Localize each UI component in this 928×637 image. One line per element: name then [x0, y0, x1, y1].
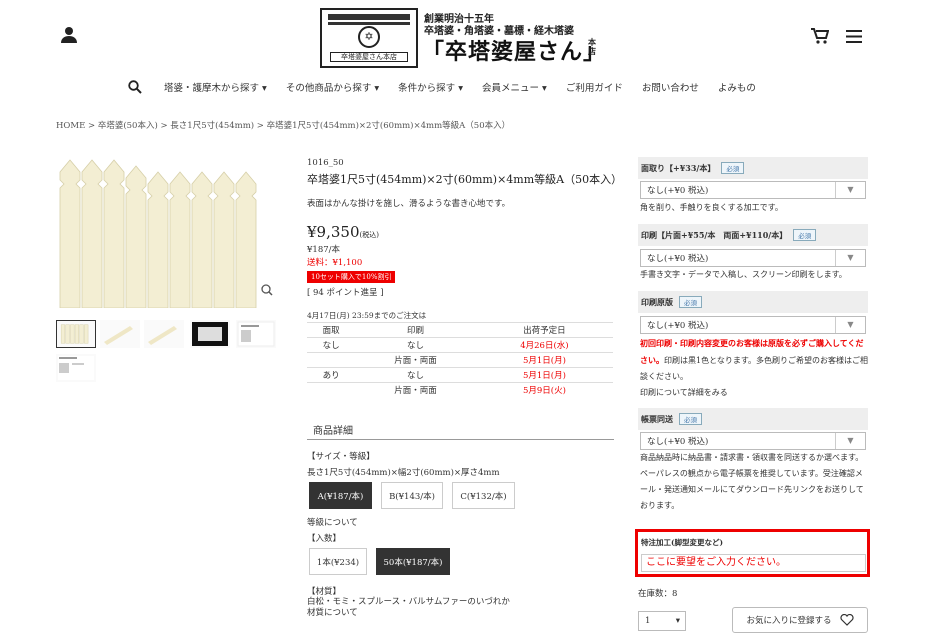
- option-mentori-header: 面取り【+¥33/本】 必須: [638, 157, 868, 179]
- print-note: 手書き文字・データで入稿し、スクリーン印刷をします。: [640, 270, 847, 279]
- product-description: 表面はかんな掛けを施し、滑るような書き心地です。: [307, 199, 511, 209]
- nav-item-sotoba[interactable]: 塔婆・護摩木から探す ▾: [164, 80, 267, 94]
- special-request-box: 特注加工(脚型変更など) ここに要望をご入力ください。: [635, 529, 870, 577]
- table-header: 面取 印刷 出荷予定日: [307, 322, 613, 338]
- nav-item-other[interactable]: その他商品から探す ▾: [286, 80, 379, 94]
- dropdown-arrow-icon: ▼: [835, 182, 865, 198]
- menu-icon[interactable]: [846, 30, 862, 43]
- invoice-note: 商品納品時に納品書・請求書・領収書を同送するか選べます。ペーパレスの観点から電子…: [640, 453, 864, 510]
- nav-item-guide[interactable]: ご利用ガイド: [566, 80, 623, 94]
- mentori-select[interactable]: なし(+¥0 税込) ▼: [640, 181, 866, 199]
- table-row: なし なし 4月26日(水): [307, 337, 613, 353]
- zoom-icon: [261, 284, 273, 296]
- special-request-input[interactable]: ここに要望をご入力ください。: [641, 554, 866, 572]
- logo-title: 「卒塔婆屋さん」: [422, 39, 607, 65]
- count-50-button[interactable]: 50本(¥187/本): [376, 548, 450, 575]
- site-logo[interactable]: ✡ 卒塔婆屋さん本店 創業明治十五年 卒塔婆・角塔婆・墓標・経木塔婆 「卒塔婆屋…: [320, 8, 610, 68]
- table-row: 片面・両面 5月9日(火): [307, 382, 613, 398]
- grade-a-button[interactable]: A(¥187/本): [309, 482, 372, 509]
- chevron-down-icon: ▾: [374, 83, 380, 94]
- logo-stamp-text: 卒塔婆屋さん本店: [330, 52, 408, 62]
- required-badge: 必須: [679, 413, 702, 425]
- product-main-image[interactable]: [58, 158, 278, 308]
- account-icon[interactable]: [61, 26, 77, 44]
- thumbnail-2[interactable]: [100, 320, 140, 348]
- unit-price: ¥187/本: [307, 245, 340, 255]
- required-badge: 必須: [793, 229, 817, 241]
- tax-note: (税込): [359, 231, 379, 239]
- invoice-select[interactable]: なし(+¥0 税込) ▼: [640, 432, 866, 450]
- table-row: 片面・両面 5月1日(月): [307, 352, 613, 368]
- stock-count: 在庫数：8: [638, 589, 678, 599]
- nav-item-member[interactable]: 会員メニュー ▾: [482, 80, 547, 94]
- thumbnail-3[interactable]: [144, 320, 184, 348]
- size-value: 長さ1尺5寸(454mm)×幅2寸(60mm)×厚さ4mm: [307, 468, 500, 478]
- chevron-down-icon: ▾: [542, 83, 547, 94]
- count-1-button[interactable]: 1本(¥234): [309, 548, 367, 575]
- dropdown-arrow-icon: ▼: [835, 250, 865, 266]
- nav-item-conditions[interactable]: 条件から探す ▾: [398, 80, 463, 94]
- grade-c-button[interactable]: C(¥132/本): [452, 482, 515, 509]
- chevron-down-icon: ▾: [262, 83, 267, 94]
- option-plate-header: 印刷原版 必須: [638, 291, 868, 313]
- cart-icon[interactable]: [811, 28, 829, 44]
- product-code: 1016_50: [307, 158, 344, 168]
- dropdown-arrow-icon: ▼: [835, 433, 865, 449]
- add-favorite-button[interactable]: お気に入りに登録する: [732, 607, 868, 633]
- thumbnail-5[interactable]: [236, 320, 276, 348]
- plate-select[interactable]: なし(+¥0 税込) ▼: [640, 316, 866, 334]
- grade-info-link[interactable]: 等級について: [307, 516, 358, 528]
- product-info: 1016_50 卒塔婆1尺5寸(454mm)×2寸(60mm)×4mm等級A（5…: [307, 158, 623, 398]
- order-deadline: 4月17日(月) 23:59までのご注文は: [307, 311, 427, 320]
- mentori-note: 角を削り、手触りを良くする加工です。: [640, 203, 783, 212]
- thumbnail-1[interactable]: [56, 320, 96, 348]
- size-label: 【サイズ・等級】: [307, 452, 375, 462]
- logo-subtitle: 本店: [588, 37, 596, 56]
- chevron-down-icon: ▾: [458, 83, 463, 94]
- table-row: あり なし 5月1日(月): [307, 367, 613, 383]
- search-icon[interactable]: [128, 80, 142, 94]
- main-nav: 塔婆・護摩木から探す ▾ その他商品から探す ▾ 条件から探す ▾ 会員メニュー…: [128, 80, 775, 94]
- option-invoice-header: 帳票同送 必須: [638, 408, 868, 430]
- required-badge: 必須: [721, 162, 745, 174]
- shipping-fee: 送料：¥1,100: [307, 258, 363, 268]
- shipping-table: 面取 印刷 出荷予定日 なし なし 4月26日(水) 片面・両面 5月1日(月) あり なし…: [307, 322, 613, 398]
- count-label: 【入数】: [307, 534, 342, 544]
- thumbnail-6[interactable]: [56, 354, 96, 382]
- special-request-label: 特注加工(脚型変更など): [641, 538, 724, 547]
- material-info-link[interactable]: 材質について: [307, 606, 358, 618]
- print-detail-link[interactable]: 印刷について詳細をみる: [640, 388, 728, 397]
- product-price: ¥9,350(税込): [307, 223, 379, 241]
- logo-emblem-icon: ✡: [358, 26, 380, 48]
- required-badge: 必須: [679, 296, 702, 308]
- product-title: 卒塔婆1尺5寸(454mm)×2寸(60mm)×4mm等級A（50本入）: [307, 173, 623, 186]
- logo-stamp: ✡ 卒塔婆屋さん本店: [320, 8, 418, 68]
- thumbnail-4[interactable]: [190, 320, 230, 348]
- discount-badge: 10セット購入で10%割引: [307, 271, 396, 283]
- grade-b-button[interactable]: B(¥143/本): [381, 482, 443, 509]
- heart-icon: [839, 614, 854, 626]
- details-heading: 商品詳細: [307, 422, 614, 440]
- quantity-select[interactable]: 1 ▾: [638, 611, 686, 631]
- option-print-header: 印刷【片面+¥55/本 両面+¥110/本】 必須: [638, 224, 868, 246]
- nav-item-contact[interactable]: お問い合わせ: [642, 80, 699, 94]
- breadcrumb[interactable]: HOME > 卒塔婆(50本入) > 長さ1尺5寸(454mm) > 卒塔婆1尺…: [56, 119, 510, 131]
- print-select[interactable]: なし(+¥0 税込) ▼: [640, 249, 866, 267]
- nav-item-articles[interactable]: よみもの: [718, 80, 756, 94]
- dropdown-arrow-icon: ▼: [835, 317, 865, 333]
- chevron-down-icon: ▾: [675, 616, 680, 626]
- points: [ 94 ポイント進呈 ]: [307, 288, 384, 298]
- plate-note: 初回印刷・印刷内容変更のお客様は原版を必ずご購入してください。印刷は黒1色となり…: [640, 338, 869, 397]
